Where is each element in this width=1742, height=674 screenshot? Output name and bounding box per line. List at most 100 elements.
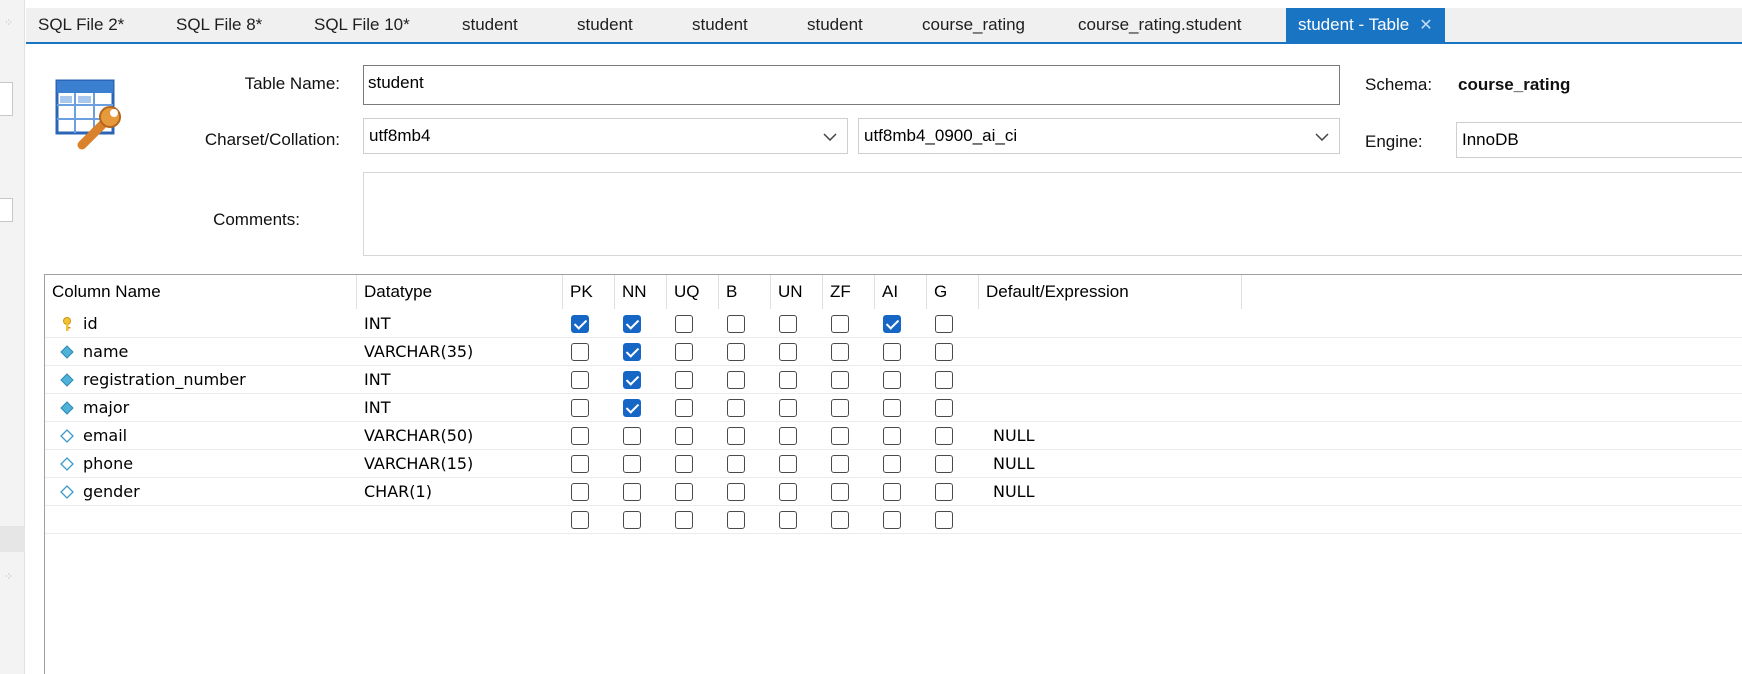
- side-panel-field[interactable]: [0, 82, 13, 116]
- datatype-cell[interactable]: INT: [364, 366, 390, 394]
- column-header-zf[interactable]: ZF: [823, 275, 875, 309]
- tab-sql-file-2[interactable]: SQL File 2*: [38, 8, 124, 42]
- zf-checkbox[interactable]: [831, 511, 849, 529]
- un-checkbox[interactable]: [779, 483, 797, 501]
- un-checkbox[interactable]: [779, 399, 797, 417]
- column-header-un[interactable]: UN: [771, 275, 823, 309]
- pk-checkbox[interactable]: [571, 455, 589, 473]
- pk-checkbox[interactable]: [571, 315, 589, 333]
- datatype-cell[interactable]: VARCHAR(35): [364, 338, 473, 366]
- zf-checkbox[interactable]: [831, 315, 849, 333]
- comments-textarea[interactable]: [363, 172, 1742, 256]
- table-row[interactable]: registration_number INT: [45, 366, 1742, 394]
- zf-checkbox[interactable]: [831, 455, 849, 473]
- tab-student-2[interactable]: student: [577, 8, 633, 42]
- b-checkbox[interactable]: [727, 455, 745, 473]
- pk-checkbox[interactable]: [571, 483, 589, 501]
- pk-checkbox[interactable]: [571, 371, 589, 389]
- b-checkbox[interactable]: [727, 511, 745, 529]
- column-header-g[interactable]: G: [927, 275, 979, 309]
- nn-checkbox[interactable]: [623, 455, 641, 473]
- column-header-uq[interactable]: UQ: [667, 275, 719, 309]
- nn-checkbox[interactable]: [623, 511, 641, 529]
- un-checkbox[interactable]: [779, 427, 797, 445]
- b-checkbox[interactable]: [727, 483, 745, 501]
- column-header-datatype[interactable]: Datatype: [357, 275, 563, 309]
- un-checkbox[interactable]: [779, 371, 797, 389]
- tab-student-table[interactable]: student - Table ✕: [1286, 8, 1445, 42]
- zf-checkbox[interactable]: [831, 371, 849, 389]
- un-checkbox[interactable]: [779, 343, 797, 361]
- ai-checkbox[interactable]: [883, 427, 901, 445]
- table-row[interactable]: name VARCHAR(35): [45, 338, 1742, 366]
- collation-select[interactable]: utf8mb4_0900_ai_ci: [858, 118, 1340, 154]
- column-header-name[interactable]: Column Name: [45, 275, 357, 309]
- un-checkbox[interactable]: [779, 315, 797, 333]
- table-row[interactable]: phone VARCHAR(15) NULL: [45, 450, 1742, 478]
- tab-sql-file-10[interactable]: SQL File 10*: [314, 8, 410, 42]
- column-name-cell[interactable]: major: [83, 394, 129, 422]
- b-checkbox[interactable]: [727, 315, 745, 333]
- nn-checkbox[interactable]: [623, 399, 641, 417]
- ai-checkbox[interactable]: [883, 315, 901, 333]
- tab-course-rating-student[interactable]: course_rating.student: [1078, 8, 1242, 42]
- ai-checkbox[interactable]: [883, 399, 901, 417]
- engine-select[interactable]: InnoDB: [1456, 122, 1742, 158]
- datatype-cell[interactable]: INT: [364, 310, 390, 338]
- table-row[interactable]: [45, 506, 1742, 534]
- uq-checkbox[interactable]: [675, 455, 693, 473]
- column-header-pk[interactable]: PK: [563, 275, 615, 309]
- table-row[interactable]: id INT: [45, 310, 1742, 338]
- g-checkbox[interactable]: [935, 315, 953, 333]
- table-name-input[interactable]: student: [363, 65, 1340, 105]
- uq-checkbox[interactable]: [675, 427, 693, 445]
- ai-checkbox[interactable]: [883, 511, 901, 529]
- nn-checkbox[interactable]: [623, 483, 641, 501]
- tab-student-3[interactable]: student: [692, 8, 748, 42]
- pk-checkbox[interactable]: [571, 427, 589, 445]
- column-header-default[interactable]: Default/Expression: [979, 275, 1242, 309]
- column-name-cell[interactable]: email: [83, 422, 127, 450]
- column-header-ai[interactable]: AI: [875, 275, 927, 309]
- column-name-cell[interactable]: gender: [83, 478, 140, 506]
- column-header-b[interactable]: B: [719, 275, 771, 309]
- nn-checkbox[interactable]: [623, 427, 641, 445]
- default-expression-cell[interactable]: NULL: [993, 478, 1035, 506]
- nn-checkbox[interactable]: [623, 315, 641, 333]
- column-name-cell[interactable]: name: [83, 338, 128, 366]
- table-row[interactable]: email VARCHAR(50) NULL: [45, 422, 1742, 450]
- zf-checkbox[interactable]: [831, 343, 849, 361]
- datatype-cell[interactable]: VARCHAR(15): [364, 450, 473, 478]
- ai-checkbox[interactable]: [883, 483, 901, 501]
- b-checkbox[interactable]: [727, 371, 745, 389]
- zf-checkbox[interactable]: [831, 483, 849, 501]
- tab-student-1[interactable]: student: [462, 8, 518, 42]
- uq-checkbox[interactable]: [675, 371, 693, 389]
- datatype-cell[interactable]: VARCHAR(50): [364, 422, 473, 450]
- b-checkbox[interactable]: [727, 343, 745, 361]
- g-checkbox[interactable]: [935, 399, 953, 417]
- column-name-cell[interactable]: registration_number: [83, 366, 246, 394]
- uq-checkbox[interactable]: [675, 343, 693, 361]
- column-name-cell[interactable]: id: [83, 310, 98, 338]
- default-expression-cell[interactable]: NULL: [993, 450, 1035, 478]
- column-name-cell[interactable]: phone: [83, 450, 133, 478]
- pk-checkbox[interactable]: [571, 343, 589, 361]
- pk-checkbox[interactable]: [571, 399, 589, 417]
- datatype-cell[interactable]: INT: [364, 394, 390, 422]
- charset-select[interactable]: utf8mb4: [363, 118, 848, 154]
- un-checkbox[interactable]: [779, 455, 797, 473]
- nn-checkbox[interactable]: [623, 343, 641, 361]
- panel-grip-icon[interactable]: ⁘: [4, 16, 14, 29]
- tab-sql-file-8[interactable]: SQL File 8*: [176, 8, 262, 42]
- un-checkbox[interactable]: [779, 511, 797, 529]
- zf-checkbox[interactable]: [831, 399, 849, 417]
- zf-checkbox[interactable]: [831, 427, 849, 445]
- datatype-cell[interactable]: CHAR(1): [364, 478, 432, 506]
- tab-student-4[interactable]: student: [807, 8, 863, 42]
- tab-course-rating[interactable]: course_rating: [922, 8, 1025, 42]
- uq-checkbox[interactable]: [675, 399, 693, 417]
- table-row[interactable]: major INT: [45, 394, 1742, 422]
- uq-checkbox[interactable]: [675, 483, 693, 501]
- g-checkbox[interactable]: [935, 511, 953, 529]
